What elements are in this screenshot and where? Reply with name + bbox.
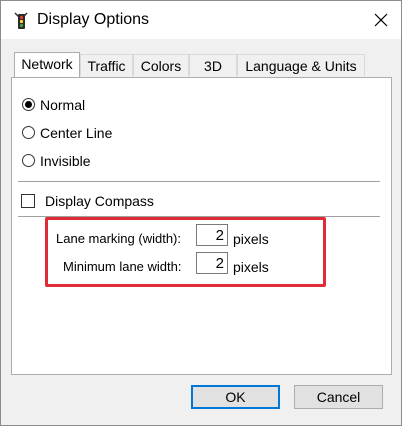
- tab-panel-network: Normal Center Line Invisible Display Com…: [11, 77, 392, 375]
- radio-normal-label: Normal: [40, 97, 86, 113]
- radio-normal-button[interactable]: [22, 98, 35, 111]
- lane-marking-unit: pixels: [233, 231, 269, 247]
- display-options-dialog: Display Options Normal Center Line Invis…: [0, 0, 402, 426]
- min-lane-width-label: Minimum lane width:: [63, 259, 182, 274]
- tab-traffic[interactable]: Traffic: [80, 54, 133, 76]
- lane-marking-label: Lane marking (width):: [56, 231, 181, 246]
- close-button[interactable]: [361, 1, 401, 39]
- min-lane-width-input[interactable]: [196, 252, 228, 274]
- radio-center-line-label: Center Line: [40, 125, 113, 141]
- tab-network[interactable]: Network: [14, 52, 80, 77]
- min-lane-width-unit: pixels: [233, 259, 269, 275]
- separator-1: [18, 181, 380, 182]
- radio-center-line-button[interactable]: [22, 126, 35, 139]
- close-icon: [374, 13, 388, 27]
- highlight-box: [45, 217, 326, 287]
- radio-invisible-button[interactable]: [22, 154, 35, 167]
- tab-colors[interactable]: Colors: [133, 54, 189, 76]
- lane-marking-input[interactable]: [196, 224, 228, 246]
- ok-button[interactable]: OK: [191, 385, 280, 409]
- tab-3d[interactable]: 3D: [189, 54, 237, 76]
- cancel-button[interactable]: Cancel: [294, 385, 383, 409]
- window-title: Display Options: [37, 11, 150, 28]
- display-compass-label: Display Compass: [45, 193, 154, 209]
- radio-invisible-label: Invisible: [40, 153, 91, 169]
- tab-language-units[interactable]: Language & Units: [237, 54, 365, 76]
- display-compass-checkbox[interactable]: [21, 194, 35, 208]
- traffic-light-icon: [14, 12, 28, 29]
- title-bar: Display Options: [1, 1, 401, 39]
